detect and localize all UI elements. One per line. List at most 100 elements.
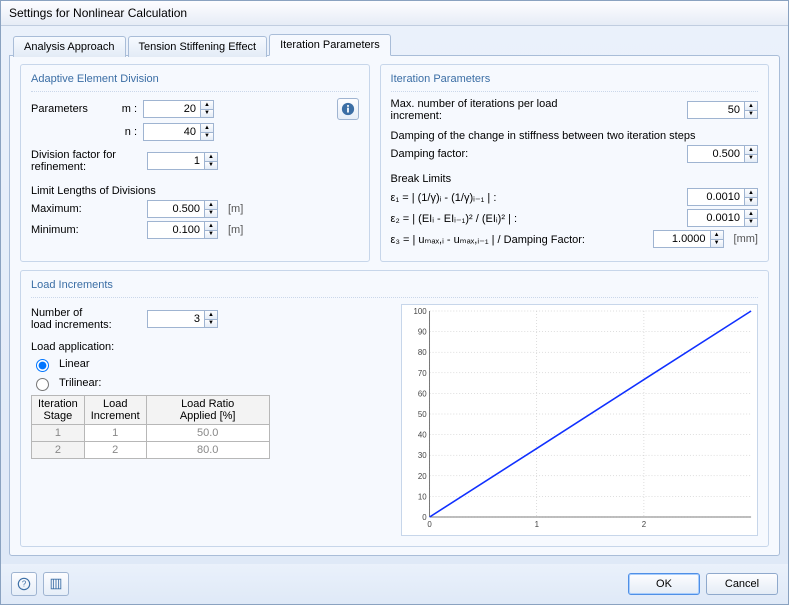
spinner-down-icon[interactable]: ▼ xyxy=(744,197,758,207)
svg-text:0: 0 xyxy=(427,520,432,529)
cell-stage: 1 xyxy=(32,425,85,442)
cancel-button[interactable]: Cancel xyxy=(706,573,778,595)
minimum-unit: [m] xyxy=(228,224,243,236)
num-increments-input[interactable] xyxy=(147,310,204,328)
spinner-down-icon[interactable]: ▼ xyxy=(744,110,758,120)
n-input[interactable] xyxy=(143,123,200,141)
spinner-down-icon[interactable]: ▼ xyxy=(204,230,218,240)
linear-label: Linear xyxy=(59,358,90,370)
spinner-up-icon[interactable]: ▲ xyxy=(204,221,218,230)
minimum-input[interactable] xyxy=(147,221,204,239)
maximum-spinner[interactable]: ▲▼ xyxy=(147,200,218,218)
spinner-up-icon[interactable]: ▲ xyxy=(204,152,218,161)
load-left-pane: Number of load increments: ▲▼ Load appli… xyxy=(31,304,391,536)
svg-text:70: 70 xyxy=(418,369,427,378)
minimum-label: Minimum: xyxy=(31,224,141,236)
damping-description: Damping of the change in stiffness betwe… xyxy=(391,130,758,142)
cell-ratio: 80.0 xyxy=(146,442,269,459)
eps3-spinner[interactable]: ▲▼ xyxy=(653,230,724,248)
svg-text:80: 80 xyxy=(418,348,427,357)
damping-factor-spinner[interactable]: ▲▼ xyxy=(687,145,758,163)
svg-text:100: 100 xyxy=(413,307,427,316)
spinner-down-icon[interactable]: ▼ xyxy=(744,154,758,164)
m-input[interactable] xyxy=(143,100,200,118)
window-title: Settings for Nonlinear Calculation xyxy=(9,6,187,20)
trilinear-label: Trilinear: xyxy=(59,377,101,389)
spinner-down-icon[interactable]: ▼ xyxy=(204,161,218,171)
units-button[interactable] xyxy=(43,572,69,596)
tab-iteration-parameters[interactable]: Iteration Parameters xyxy=(269,34,391,56)
radio-linear[interactable] xyxy=(36,359,49,372)
tabstrip: Analysis Approach Tension Stiffening Eff… xyxy=(9,34,780,56)
spinner-up-icon[interactable]: ▲ xyxy=(744,188,758,197)
parameters-label: Parameters xyxy=(31,103,101,115)
eps1-spinner[interactable]: ▲▼ xyxy=(687,188,758,206)
n-label: n : xyxy=(107,126,137,138)
cell-stage: 2 xyxy=(32,442,85,459)
cell-increment: 2 xyxy=(84,442,146,459)
spinner-down-icon[interactable]: ▼ xyxy=(204,209,218,219)
max-iter-label: Max. number of iterations per load incre… xyxy=(391,98,611,122)
spinner-up-icon[interactable]: ▲ xyxy=(204,310,218,319)
spinner-up-icon[interactable]: ▲ xyxy=(744,101,758,110)
svg-text:10: 10 xyxy=(418,492,427,501)
help-icon: ? xyxy=(17,577,31,591)
spinner-down-icon[interactable]: ▼ xyxy=(200,109,214,119)
eps3-input[interactable] xyxy=(653,230,710,248)
maximum-input[interactable] xyxy=(147,200,204,218)
eps1-input[interactable] xyxy=(687,188,744,206)
table-row: 1 1 50.0 xyxy=(32,425,270,442)
group-iteration-parameters: Iteration Parameters Max. number of iter… xyxy=(380,64,769,262)
help-button[interactable]: ? xyxy=(11,572,37,596)
cell-ratio: 50.0 xyxy=(146,425,269,442)
break-limits-title: Break Limits xyxy=(391,173,758,185)
svg-text:2: 2 xyxy=(642,520,647,529)
svg-text:60: 60 xyxy=(418,389,427,398)
spinner-up-icon[interactable]: ▲ xyxy=(200,123,214,132)
minimum-spinner[interactable]: ▲▼ xyxy=(147,221,218,239)
tab-panel: Adaptive Element Division Parameters m :… xyxy=(9,55,780,556)
max-iter-input[interactable] xyxy=(687,101,744,119)
trilinear-table: Iteration Stage Load Increment Load Rati… xyxy=(31,395,270,459)
spinner-up-icon[interactable]: ▲ xyxy=(710,230,724,239)
col-load-increment: Load Increment xyxy=(84,396,146,425)
maximum-label: Maximum: xyxy=(31,203,141,215)
spinner-down-icon[interactable]: ▼ xyxy=(200,132,214,142)
tab-tension-stiffening[interactable]: Tension Stiffening Effect xyxy=(128,36,268,57)
m-spinner[interactable]: ▲▼ xyxy=(143,100,214,118)
eps2-input[interactable] xyxy=(687,209,744,227)
division-factor-spinner[interactable]: ▲▼ xyxy=(147,152,218,170)
svg-text:50: 50 xyxy=(418,410,427,419)
group-load-increments: Load Increments Number of load increment… xyxy=(20,270,769,547)
spinner-down-icon[interactable]: ▼ xyxy=(204,319,218,329)
radio-trilinear[interactable] xyxy=(36,378,49,391)
svg-text:?: ? xyxy=(22,580,27,589)
spinner-up-icon[interactable]: ▲ xyxy=(744,209,758,218)
table-row: 2 2 80.0 xyxy=(32,442,270,459)
spinner-down-icon[interactable]: ▼ xyxy=(710,239,724,249)
spinner-down-icon[interactable]: ▼ xyxy=(744,218,758,228)
division-factor-label: Division factor for refinement: xyxy=(31,149,141,173)
chart-svg: 0102030405060708090100012 xyxy=(402,305,757,535)
svg-text:20: 20 xyxy=(418,472,427,481)
group-title: Iteration Parameters xyxy=(391,73,758,92)
num-increments-spinner[interactable]: ▲▼ xyxy=(147,310,218,328)
damping-factor-input[interactable] xyxy=(687,145,744,163)
load-application-label: Load application: xyxy=(31,341,391,353)
eps2-spinner[interactable]: ▲▼ xyxy=(687,209,758,227)
ok-button[interactable]: OK xyxy=(628,573,700,595)
maximum-unit: [m] xyxy=(228,203,243,215)
col-iteration-stage: Iteration Stage xyxy=(32,396,85,425)
info-button[interactable] xyxy=(337,98,359,120)
spinner-up-icon[interactable]: ▲ xyxy=(204,200,218,209)
eps3-label: ε₃ = | uₘₐₓ,ᵢ - uₘₐₓ,ᵢ₋₁ | / Damping Fac… xyxy=(391,233,641,246)
division-factor-input[interactable] xyxy=(147,152,204,170)
svg-text:30: 30 xyxy=(418,451,427,460)
spinner-up-icon[interactable]: ▲ xyxy=(200,100,214,109)
cell-increment: 1 xyxy=(84,425,146,442)
svg-text:40: 40 xyxy=(418,431,427,440)
n-spinner[interactable]: ▲▼ xyxy=(143,123,214,141)
spinner-up-icon[interactable]: ▲ xyxy=(744,145,758,154)
tab-analysis-approach[interactable]: Analysis Approach xyxy=(13,36,126,57)
max-iter-spinner[interactable]: ▲▼ xyxy=(687,101,758,119)
